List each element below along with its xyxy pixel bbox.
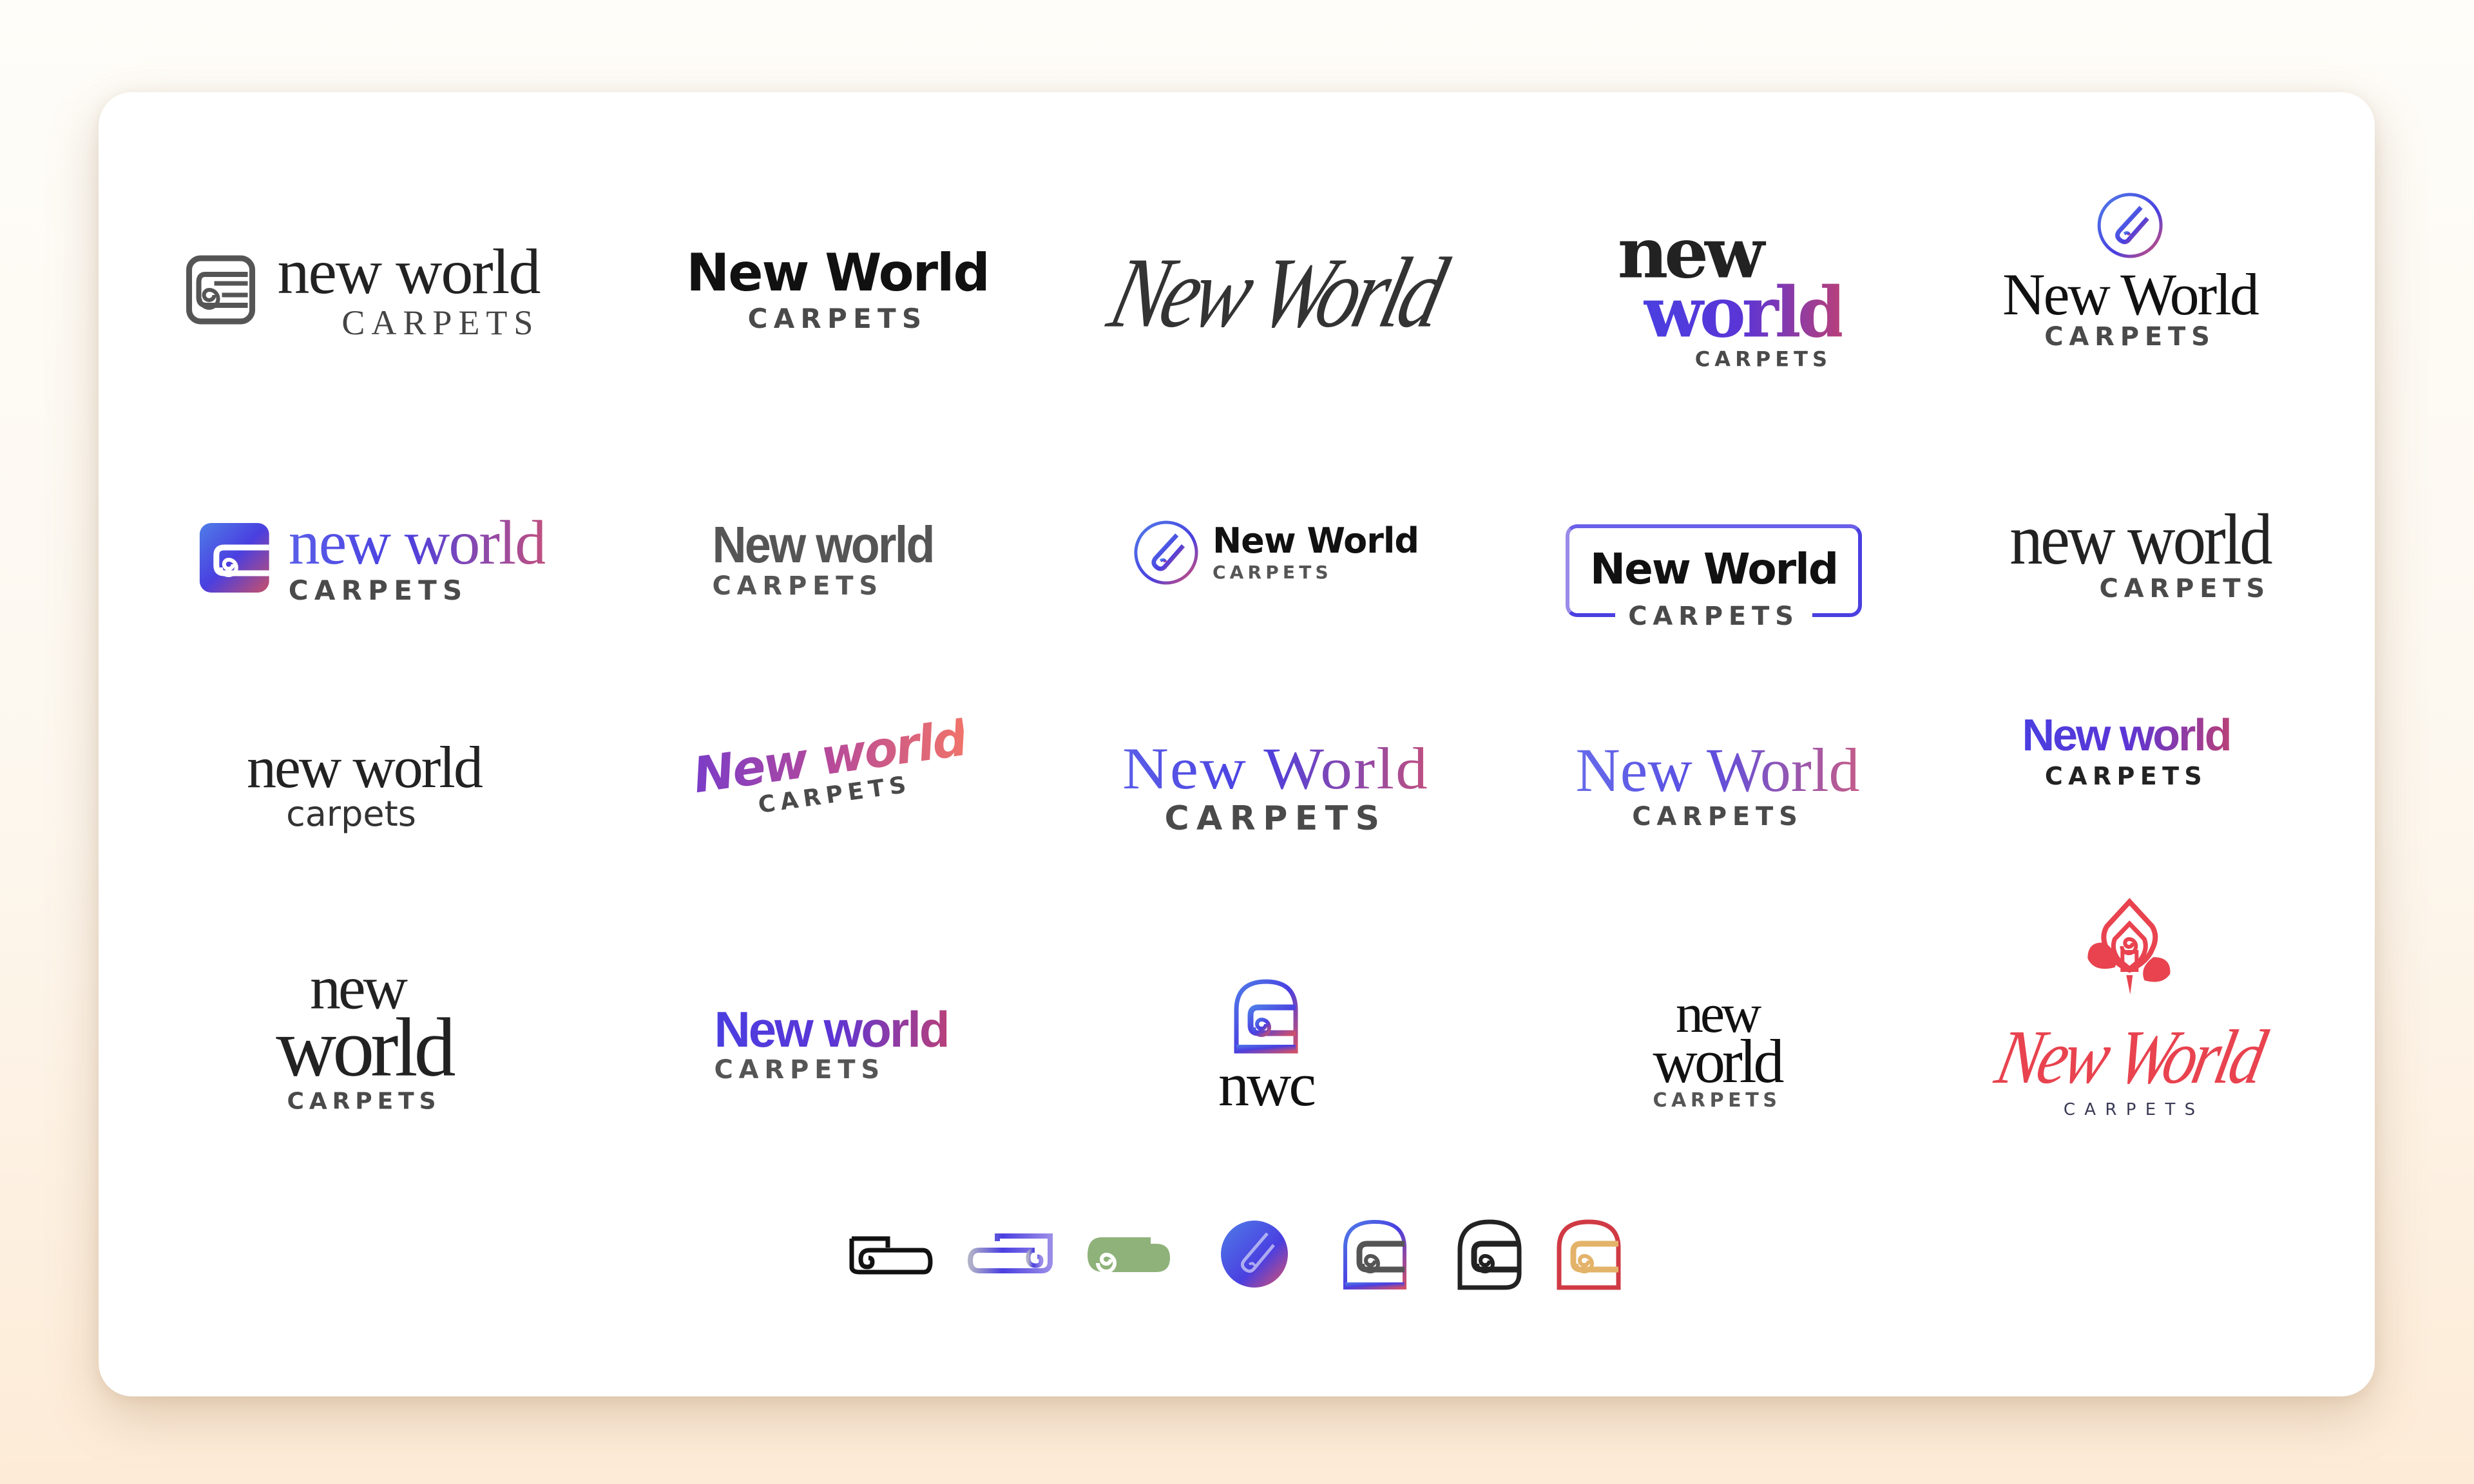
logo-15[interactable]: New world CARPETS (2022, 710, 2232, 790)
logo-20-wordmark: New World (1989, 1014, 2270, 1100)
logo-16-tagline: CARPETS (287, 1088, 441, 1115)
logo-9-tagline: CARPETS (1615, 602, 1812, 631)
logo-17-wordmark: New world (714, 1001, 950, 1058)
logo-16[interactable]: new world CARPETS (276, 956, 455, 1115)
logo-5[interactable]: New World CARPETS (2002, 191, 2259, 352)
logo-6-wordmark: new world (288, 508, 546, 578)
logo-8-tagline: CARPETS (1212, 562, 1332, 583)
logo-7-wordmark: New world (712, 516, 935, 573)
logo-15-tagline: CARPETS (2044, 762, 2208, 790)
logo-14-wordmark: New World (1575, 736, 1860, 804)
logo-15-wordmark: New world (2022, 710, 2232, 760)
logo-8-wordmark: New World (1212, 520, 1419, 561)
arch-carpet-black-icon[interactable] (1456, 1218, 1523, 1290)
logo-5-tagline: CARPETS (2044, 322, 2216, 352)
rolled-carpet-black-icon[interactable] (848, 1233, 934, 1276)
logo-10-wordmark: new world (2009, 500, 2272, 580)
logo-1-tagline: CARPETS (341, 303, 540, 342)
logo-3[interactable]: New World (1099, 238, 1452, 349)
logo-14-tagline: CARPETS (1632, 802, 1803, 832)
logo-7-tagline: CARPETS (712, 571, 883, 601)
logo-18-monogram: nwc (1218, 1050, 1316, 1119)
logo-4[interactable]: new world CARPETS (1618, 219, 1846, 372)
logo-7[interactable]: New world CARPETS (712, 516, 952, 601)
logo-19-word-world: world (1653, 1026, 1785, 1096)
logo-10[interactable]: new world CARPETS (1987, 500, 2272, 604)
circle-carpet-roll-icon (1133, 519, 1200, 586)
app-carpet-roll-icon (199, 523, 269, 593)
logo-19[interactable]: new world CARPETS (1653, 985, 1785, 1112)
circle-carpet-gradient-icon[interactable] (1220, 1219, 1289, 1289)
logo-3-wordmark: New World (1099, 237, 1452, 349)
logo-11-wordmark: new world (247, 734, 483, 800)
logo-20[interactable]: New World CARPETS (1989, 898, 2270, 1119)
logo-18[interactable]: nwc (1218, 978, 1316, 1119)
logo-2-tagline: CARPETS (747, 303, 928, 334)
logo-9[interactable]: New World CARPETS (1566, 524, 1862, 631)
rolled-carpet-gradient-icon[interactable] (965, 1232, 1055, 1275)
circle-carpet-roll-icon (2096, 191, 2164, 260)
logo-4-tagline: CARPETS (1694, 347, 1832, 372)
rose-carpet-emblem-icon (2068, 898, 2191, 1020)
logo-19-tagline: CARPETS (1653, 1089, 1781, 1112)
logo-4-word-world: world (1643, 272, 1846, 354)
logo-11-tagline: carpets (286, 794, 416, 834)
logo-13-tagline: CARPETS (1164, 799, 1387, 838)
logo-5-wordmark: New World (2002, 262, 2259, 327)
logo-13[interactable]: New World CARPETS (1122, 739, 1428, 838)
logo-2[interactable]: New World CARPETS (686, 243, 990, 334)
arch-carpet-roll-icon (1232, 978, 1299, 1054)
logo-17[interactable]: New world CARPETS (714, 1001, 950, 1085)
rolled-carpet-green-icon[interactable] (1084, 1232, 1174, 1275)
logo-9-wordmark: New World (1589, 544, 1839, 594)
logo-17-tagline: CARPETS (714, 1055, 885, 1085)
arch-carpet-gradient-icon[interactable] (1341, 1218, 1408, 1290)
logo-8[interactable]: New World CARPETS (1133, 519, 1419, 586)
logo-10-tagline: CARPETS (2099, 574, 2270, 604)
logo-2-wordmark: New World (686, 243, 990, 303)
logo-16-word-world: world (276, 1001, 455, 1094)
logo-13-wordmark: New World (1122, 736, 1429, 801)
logo-6[interactable]: new world CARPETS (199, 508, 546, 606)
arch-carpet-red-gold-icon[interactable] (1555, 1218, 1622, 1290)
logo-1[interactable]: new world CARPETS (186, 236, 541, 342)
logo-6-tagline: CARPETS (288, 575, 468, 606)
logo-1-wordmark: new world (277, 236, 541, 307)
logo-14[interactable]: New World CARPETS (1575, 739, 1859, 830)
square-carpet-roll-icon (186, 255, 256, 325)
logo-20-tagline: CARPETS (2063, 1100, 2205, 1119)
logo-11[interactable]: new world carpets (247, 734, 483, 834)
